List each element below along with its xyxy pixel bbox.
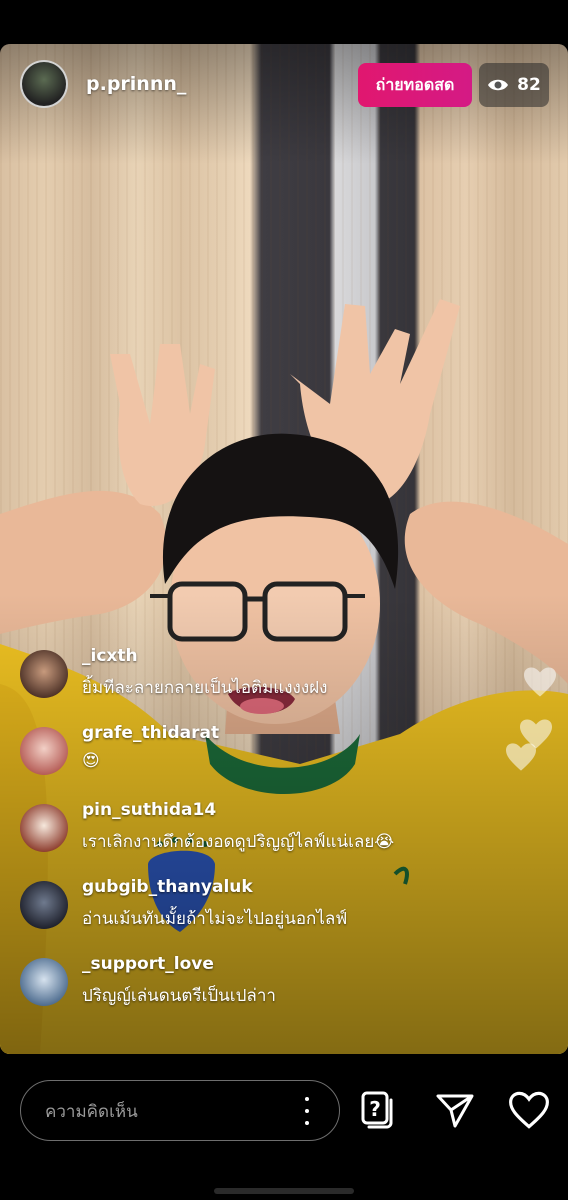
- comment-input[interactable]: [43, 1093, 287, 1131]
- commenter-username[interactable]: gubgib_thanyaluk: [82, 877, 253, 897]
- comment-text: ยิ้มทีละลายกลายเป็นไอติมแงงงฝง: [82, 678, 328, 698]
- host-username[interactable]: p.prinnn_: [86, 73, 186, 95]
- questions-button[interactable]: ?: [356, 1089, 398, 1131]
- commenter-username[interactable]: grafe_thidarat: [82, 723, 219, 743]
- commenter-avatar[interactable]: [20, 727, 68, 775]
- comment-input-box[interactable]: [20, 1080, 340, 1141]
- commenter-avatar[interactable]: [20, 804, 68, 852]
- more-vertical-icon[interactable]: [301, 1097, 313, 1125]
- live-stream-screen: p.prinnn_ ถ่ายทอดสด 82 _icxth ยิ้มทีละลา…: [0, 0, 568, 1200]
- floating-heart-icon: [524, 667, 556, 697]
- comment-item[interactable]: _support_love ปริญญ์เล่นดนตรีเป็นเปล่าา: [20, 954, 490, 1018]
- commenter-username[interactable]: pin_suthida14: [82, 800, 216, 820]
- commenter-username[interactable]: _support_love: [82, 954, 214, 974]
- send-icon: [436, 1094, 474, 1128]
- live-badge: ถ่ายทอดสด: [358, 63, 472, 107]
- comment-item[interactable]: _icxth ยิ้มทีละลายกลายเป็นไอติมแงงงฝง: [20, 646, 490, 710]
- viewer-count: 82: [517, 75, 541, 95]
- question-cards-icon: ?: [361, 1091, 393, 1129]
- commenter-avatar[interactable]: [20, 958, 68, 1006]
- commenter-avatar[interactable]: [20, 650, 68, 698]
- share-button[interactable]: [434, 1089, 476, 1131]
- comment-item[interactable]: grafe_thidarat 😍: [20, 723, 490, 787]
- commenter-username[interactable]: _icxth: [82, 646, 138, 666]
- svg-text:?: ?: [369, 1097, 381, 1121]
- commenter-avatar[interactable]: [20, 881, 68, 929]
- comment-item[interactable]: gubgib_thanyaluk อ่านเม้นทันมั้ยถ้าไม่จะ…: [20, 877, 490, 941]
- comment-text: เราเลิกงานดึกต้องอดดูปริญญ์ไลฟ์แน่เลย😭: [82, 832, 395, 852]
- heart-icon: [509, 1091, 549, 1129]
- host-avatar[interactable]: [20, 60, 68, 108]
- home-indicator: [214, 1188, 354, 1194]
- comment-item[interactable]: pin_suthida14 เราเลิกงานดึกต้องอดดูปริญญ…: [20, 800, 490, 864]
- floating-heart-icon: [506, 743, 536, 771]
- eye-icon: [488, 79, 509, 91]
- like-button[interactable]: [508, 1089, 550, 1131]
- comment-text: ปริญญ์เล่นดนตรีเป็นเปล่าา: [82, 986, 276, 1006]
- comment-text: 😍: [82, 751, 100, 771]
- comment-text: อ่านเม้นทันมั้ยถ้าไม่จะไปอยู่นอกไลฟ์: [82, 909, 348, 929]
- viewer-count-badge[interactable]: 82: [479, 63, 549, 107]
